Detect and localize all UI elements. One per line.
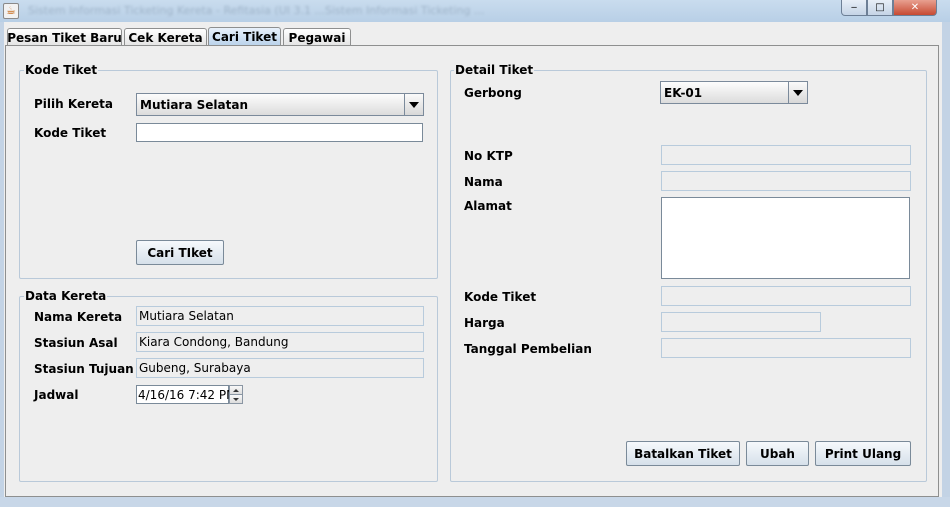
nama-field: [661, 171, 911, 191]
stasiun-tujuan-label: Stasiun Tujuan: [34, 362, 134, 376]
tab-cek-kereta[interactable]: Cek Kereta: [124, 28, 207, 46]
spinner-down-icon[interactable]: [229, 394, 243, 404]
minimize-button[interactable]: ‒: [841, 0, 867, 16]
alamat-textarea[interactable]: [661, 197, 910, 279]
cari-tiket-button[interactable]: Cari TIket: [136, 240, 224, 265]
pilih-kereta-label: Pilih Kereta: [34, 97, 113, 111]
gerbong-value: EK-01: [664, 85, 703, 100]
chevron-down-icon[interactable]: [788, 82, 807, 103]
kode-tiket-legend: Kode Tiket: [24, 63, 99, 77]
tab-cari-tiket[interactable]: Cari Tiket: [208, 27, 281, 46]
stasiun-asal-label: Stasiun Asal: [34, 336, 118, 350]
kode-tiket-label: Kode Tiket: [34, 126, 107, 140]
no-ktp-label: No KTP: [464, 149, 513, 163]
print-ulang-button[interactable]: Print Ulang: [815, 441, 911, 466]
chevron-down-icon[interactable]: [404, 94, 423, 115]
detail-tiket-legend: Detail Tiket: [454, 63, 535, 77]
ubah-button[interactable]: Ubah: [746, 441, 809, 466]
close-button[interactable]: ✕: [893, 0, 937, 16]
tab-pegawai[interactable]: Pegawai: [283, 28, 351, 46]
alamat-label: Alamat: [464, 199, 512, 213]
no-ktp-field: [661, 145, 911, 165]
window-bottom-border: [0, 497, 950, 507]
pilih-kereta-dropdown[interactable]: Mutiara Selatan: [136, 93, 424, 116]
tab-pesan-tiket-baru[interactable]: Pesan Tiket Baru: [7, 28, 122, 46]
harga-label: Harga: [464, 316, 505, 330]
nama-kereta-label: Nama Kereta: [34, 310, 123, 324]
tanggal-pembelian-field: [661, 338, 911, 358]
pilih-kereta-value: Mutiara Selatan: [140, 97, 248, 112]
gerbong-label: Gerbong: [464, 86, 522, 100]
nama-kereta-field: Mutiara Selatan: [136, 306, 424, 326]
stasiun-tujuan-field: Gubeng, Surabaya: [136, 358, 424, 378]
kode-tiket-detail-label: Kode Tiket: [464, 290, 537, 304]
gerbong-dropdown[interactable]: EK-01: [660, 81, 808, 104]
stasiun-asal-field: Kiara Condong, Bandung: [136, 332, 424, 352]
nama-label: Nama: [464, 175, 503, 189]
kode-tiket-input[interactable]: [136, 123, 423, 142]
jadwal-spinner-field[interactable]: 4/16/16 7:42 PM: [136, 385, 236, 404]
kode-tiket-detail-field: [661, 286, 911, 306]
window-title: Sistem Informasi Ticketing Kereta - Refi…: [28, 4, 485, 17]
maximize-button[interactable]: □: [867, 0, 893, 16]
jadwal-label: Jadwal: [34, 388, 79, 402]
tanggal-pembelian-label: Tanggal Pembelian: [464, 342, 592, 356]
window-title-bar: ☕ Sistem Informasi Ticketing Kereta - Re…: [0, 0, 950, 22]
data-kereta-legend: Data Kereta: [24, 289, 108, 303]
java-app-icon: ☕: [3, 3, 19, 19]
batalkan-tiket-button[interactable]: Batalkan Tiket: [626, 441, 740, 466]
harga-field: [661, 312, 821, 332]
